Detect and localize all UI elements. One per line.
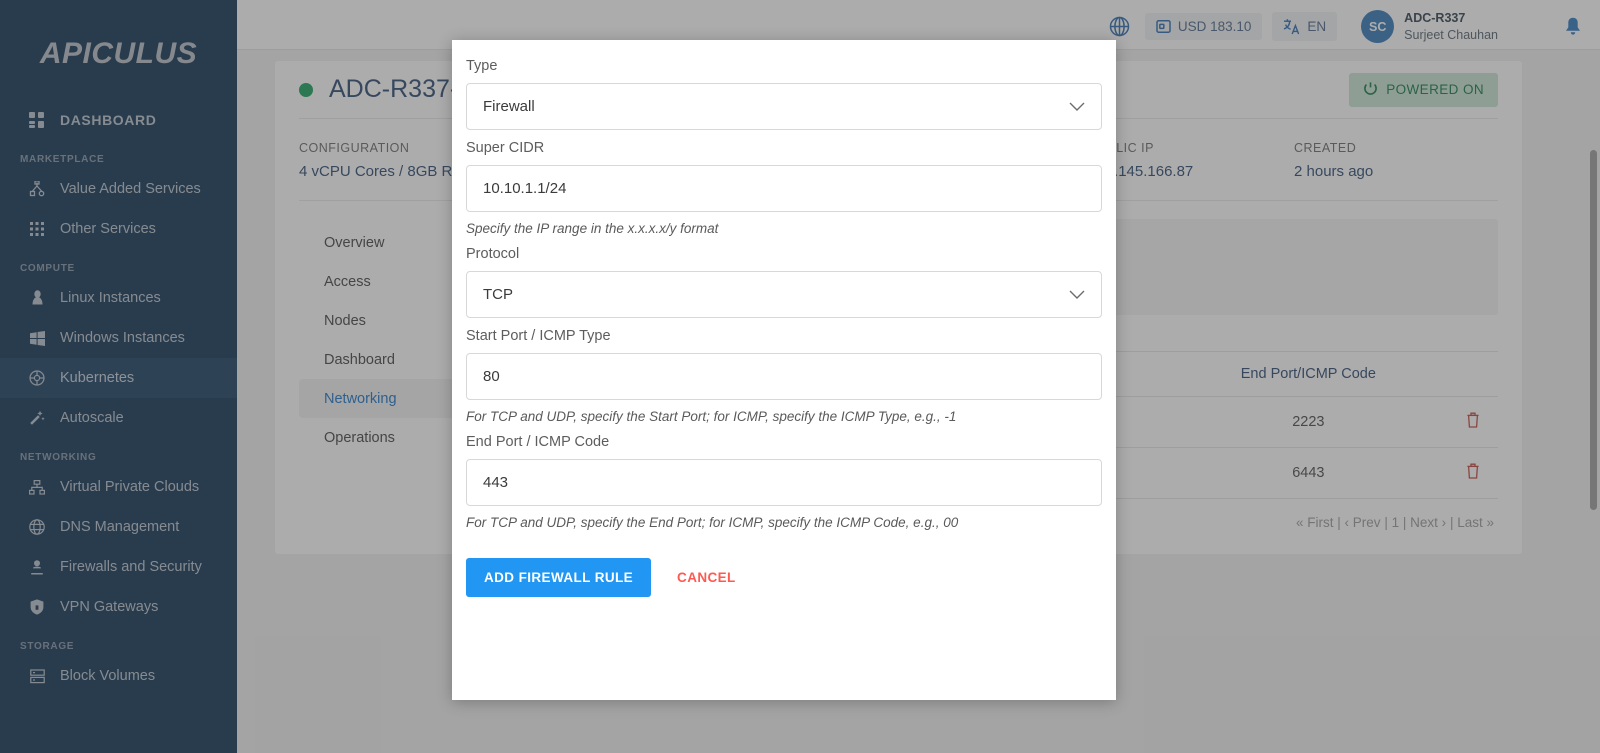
field-label: Super CIDR bbox=[466, 140, 1102, 156]
field-start-port: Start Port / ICMP Type For TCP and UDP, … bbox=[466, 328, 1102, 424]
super-cidr-input-wrap[interactable] bbox=[466, 165, 1102, 212]
field-hint: For TCP and UDP, specify the Start Port;… bbox=[466, 409, 1102, 424]
modal-actions: ADD FIREWALL RULE CANCEL bbox=[466, 540, 1102, 597]
cancel-button[interactable]: CANCEL bbox=[677, 570, 736, 585]
protocol-select[interactable]: TCP bbox=[466, 271, 1102, 318]
end-port-input[interactable] bbox=[483, 474, 1085, 491]
field-label: Start Port / ICMP Type bbox=[466, 328, 1102, 344]
field-end-port: End Port / ICMP Code For TCP and UDP, sp… bbox=[466, 434, 1102, 530]
start-port-input[interactable] bbox=[483, 368, 1085, 385]
add-firewall-rule-modal: Type Firewall Super CIDR Specify the IP … bbox=[452, 40, 1116, 700]
field-type: Type Firewall bbox=[466, 58, 1102, 130]
start-port-input-wrap[interactable] bbox=[466, 353, 1102, 400]
chevron-down-icon bbox=[1069, 102, 1085, 112]
field-label: Protocol bbox=[466, 246, 1102, 262]
super-cidr-input[interactable] bbox=[483, 180, 1085, 197]
type-select-value: Firewall bbox=[483, 98, 535, 115]
field-label: End Port / ICMP Code bbox=[466, 434, 1102, 450]
field-hint: For TCP and UDP, specify the End Port; f… bbox=[466, 515, 1102, 530]
end-port-input-wrap[interactable] bbox=[466, 459, 1102, 506]
type-select[interactable]: Firewall bbox=[466, 83, 1102, 130]
field-protocol: Protocol TCP bbox=[466, 246, 1102, 318]
field-label: Type bbox=[466, 58, 1102, 74]
field-hint: Specify the IP range in the x.x.x.x/y fo… bbox=[466, 221, 1102, 236]
add-firewall-rule-button[interactable]: ADD FIREWALL RULE bbox=[466, 558, 651, 597]
field-super-cidr: Super CIDR Specify the IP range in the x… bbox=[466, 140, 1102, 236]
app-root: APICULUS DASHBOARD MARKETPLACE Value Add… bbox=[0, 0, 1600, 753]
protocol-select-value: TCP bbox=[483, 286, 513, 303]
chevron-down-icon bbox=[1069, 290, 1085, 300]
